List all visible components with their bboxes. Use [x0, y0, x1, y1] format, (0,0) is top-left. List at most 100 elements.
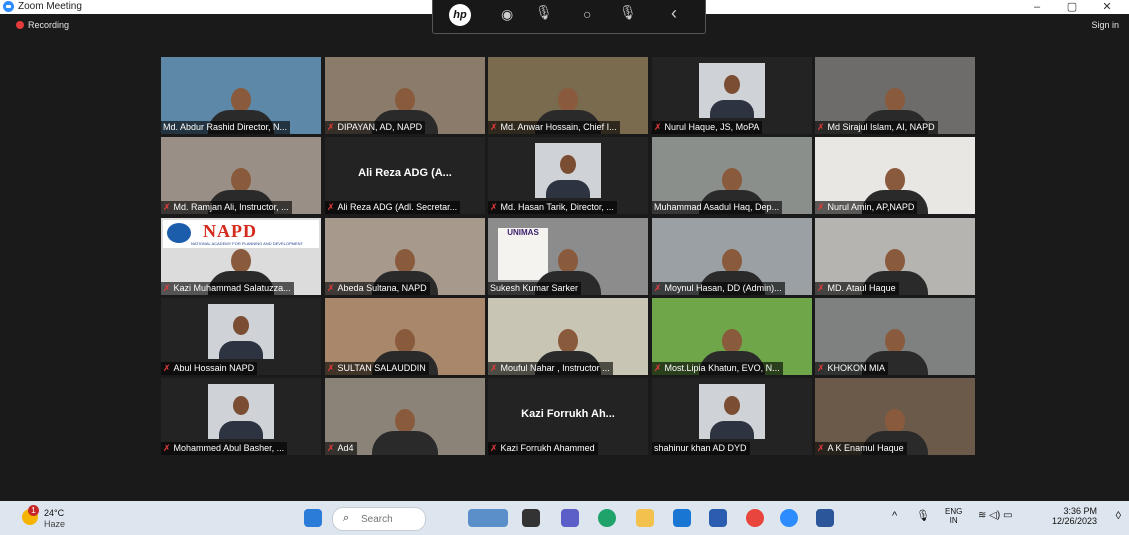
- muted-mic-icon: ✗: [817, 283, 825, 293]
- participant-name-label: ✗ Mohammed Abul Basher, ...: [161, 442, 288, 455]
- participant-name: Ali Reza ADG (Adl. Secretar...: [337, 202, 458, 212]
- participant-figure: [370, 405, 440, 455]
- participant-tile[interactable]: UNIMAS Sukesh Kumar Sarker: [488, 218, 648, 295]
- participant-tile[interactable]: NAPD NATIONAL ACADEMY FOR PLANNING AND DE…: [161, 218, 321, 295]
- participant-tile[interactable]: ✗ MD. Ataul Haque: [815, 218, 975, 295]
- windows-start-icon[interactable]: [304, 509, 322, 527]
- muted-mic-icon: ✗: [654, 283, 662, 293]
- clock[interactable]: 3:36 PM 12/26/2023: [1052, 506, 1097, 526]
- lang-code: ENG: [945, 507, 963, 516]
- mail-icon[interactable]: [673, 509, 691, 527]
- participant-name: shahinur khan AD DYD: [654, 443, 747, 453]
- store-icon[interactable]: [709, 509, 727, 527]
- wifi-volume-battery-icons[interactable]: ≋ ◁) ▭: [978, 510, 1012, 521]
- circle-icon[interactable]: ○: [583, 6, 591, 22]
- participant-name: Nurul Haque, JS, MoPA: [664, 122, 760, 132]
- taskbar-search[interactable]: ⌕: [332, 507, 426, 531]
- notification-bell-icon[interactable]: ◊: [1116, 510, 1121, 522]
- participant-tile[interactable]: ✗ DIPAYAN, AD, NAPD: [325, 57, 485, 134]
- participant-tile[interactable]: Md. Abdur Rashid Director, N...: [161, 57, 321, 134]
- participant-name: Kazi Muhammad Salatuzza...: [173, 283, 291, 293]
- search-input[interactable]: [359, 511, 423, 528]
- region-code: IN: [949, 516, 958, 525]
- edge-browser-icon[interactable]: [598, 509, 616, 527]
- muted-mic-icon: ✗: [327, 122, 335, 132]
- microphone-icon[interactable]: 🎙: [535, 4, 553, 21]
- participant-name: Mouful Nahar , Instructor ...: [500, 363, 610, 373]
- participant-tile[interactable]: ✗ Md. Hasan Tarik, Director, ...: [488, 137, 648, 214]
- muted-mic-icon: ✗: [490, 202, 498, 212]
- hp-logo: hp: [449, 4, 471, 26]
- recording-indicator[interactable]: Recording: [16, 20, 69, 30]
- weather-temperature: 24°C: [44, 508, 65, 518]
- muted-mic-icon: ✗: [817, 443, 825, 453]
- profile-photo: [208, 384, 274, 439]
- file-explorer-icon[interactable]: [636, 509, 654, 527]
- zoom-taskbar-icon[interactable]: [780, 509, 798, 527]
- participant-tile[interactable]: ✗ Mouful Nahar , Instructor ...: [488, 298, 648, 375]
- participant-tile[interactable]: Kazi Forrukh Ah... ✗ Kazi Forrukh Ahammed: [488, 378, 648, 455]
- napd-logo-title: NAPD: [203, 221, 257, 241]
- participant-name: Abul Hossain NAPD: [173, 363, 255, 373]
- language-indicator[interactable]: ENG IN: [945, 507, 962, 525]
- muted-mic-icon: ✗: [163, 202, 171, 212]
- participant-tile[interactable]: ✗ SULTAN SALAUDDIN: [325, 298, 485, 375]
- muted-mic-icon: ✗: [490, 443, 498, 453]
- mic-tray-icon[interactable]: 🎙: [916, 509, 930, 522]
- mic-wave-icon[interactable]: 🎙: [619, 4, 637, 21]
- chrome-icon[interactable]: [746, 509, 764, 527]
- participant-tile[interactable]: ✗ Md. Ramjan Ali, Instructor, ...: [161, 137, 321, 214]
- participant-name: Ad4: [337, 443, 354, 453]
- muted-mic-icon: ✗: [327, 443, 335, 453]
- participant-name-label: ✗ Mouful Nahar , Instructor ...: [488, 362, 613, 375]
- participant-tile[interactable]: ✗ Moynul Hasan, DD (Admin)...: [652, 218, 812, 295]
- hp-camera-toolbar: hp ◉ 🎙 ○ 🎙 ‹: [432, 0, 706, 34]
- task-view-icon[interactable]: [522, 509, 540, 527]
- participant-tile[interactable]: ✗ Mohammed Abul Basher, ...: [161, 378, 321, 455]
- muted-mic-icon: ✗: [163, 363, 171, 373]
- muted-mic-icon: ✗: [490, 363, 498, 373]
- participant-tile[interactable]: ✗ A K Enamul Haque: [815, 378, 975, 455]
- participant-tile[interactable]: ✗ Md Sirajul Islam, AI, NAPD: [815, 57, 975, 134]
- participant-tile[interactable]: ✗ Nurul Amin, AP,NAPD: [815, 137, 975, 214]
- participant-name: DIPAYAN, AD, NAPD: [337, 122, 423, 132]
- maximize-button[interactable]: ▢: [1055, 0, 1089, 14]
- close-button[interactable]: ✕: [1090, 0, 1124, 14]
- word-icon[interactable]: [816, 509, 834, 527]
- participant-tile[interactable]: ✗ Abul Hossain NAPD: [161, 298, 321, 375]
- camera-dot-icon[interactable]: ◉: [501, 6, 513, 23]
- participant-tile[interactable]: ✗ Md. Anwar Hossain, Chief I...: [488, 57, 648, 134]
- participant-tile[interactable]: Muhammad Asadul Haq, Dep...: [652, 137, 812, 214]
- teams-chat-icon[interactable]: [561, 509, 579, 527]
- participant-tile[interactable]: ✗ Ad4: [325, 378, 485, 455]
- participant-name-label: ✗ Md. Ramjan Ali, Instructor, ...: [161, 201, 292, 214]
- muted-mic-icon: ✗: [654, 122, 662, 132]
- chevron-up-icon[interactable]: ^: [892, 510, 897, 522]
- weather-condition: Haze: [44, 519, 66, 529]
- participant-name: Md. Abdur Rashid Director, N...: [163, 122, 288, 132]
- widgets-icon[interactable]: [468, 509, 508, 527]
- participant-name: A K Enamul Haque: [827, 443, 904, 453]
- sign-in-link[interactable]: Sign in: [1091, 20, 1119, 30]
- profile-photo: [699, 384, 765, 439]
- participant-tile[interactable]: ✗ Abeda Sultana, NAPD: [325, 218, 485, 295]
- muted-mic-icon: ✗: [817, 122, 825, 132]
- participant-tile[interactable]: ✗ Nurul Haque, JS, MoPA: [652, 57, 812, 134]
- participant-tile[interactable]: ✗ Most.Lipia Khatun, EVO, N...: [652, 298, 812, 375]
- participant-tile[interactable]: ✗ KHOKON MIA: [815, 298, 975, 375]
- participant-name: MD. Ataul Haque: [827, 283, 896, 293]
- participant-name: Sukesh Kumar Sarker: [490, 283, 579, 293]
- chevron-left-icon[interactable]: ‹: [671, 3, 677, 24]
- gallery-view: Md. Abdur Rashid Director, N... ✗ DIPAYAN,…: [161, 57, 975, 455]
- participant-name-label: ✗ Kazi Muhammad Salatuzza...: [161, 282, 294, 295]
- napd-logo: NAPD NATIONAL ACADEMY FOR PLANNING AND DE…: [163, 220, 319, 248]
- participant-name: SULTAN SALAUDDIN: [337, 363, 426, 373]
- muted-mic-icon: ✗: [163, 443, 171, 453]
- participant-tile[interactable]: Ali Reza ADG (A... ✗ Ali Reza ADG (Adl. Se…: [325, 137, 485, 214]
- participant-name: Abeda Sultana, NAPD: [337, 283, 427, 293]
- minimize-button[interactable]: –: [1020, 0, 1054, 14]
- participant-tile[interactable]: shahinur khan AD DYD: [652, 378, 812, 455]
- search-icon: ⌕: [343, 512, 350, 524]
- participant-name: Most.Lipia Khatun, EVO, N...: [664, 363, 780, 373]
- clock-date: 12/26/2023: [1051, 516, 1097, 526]
